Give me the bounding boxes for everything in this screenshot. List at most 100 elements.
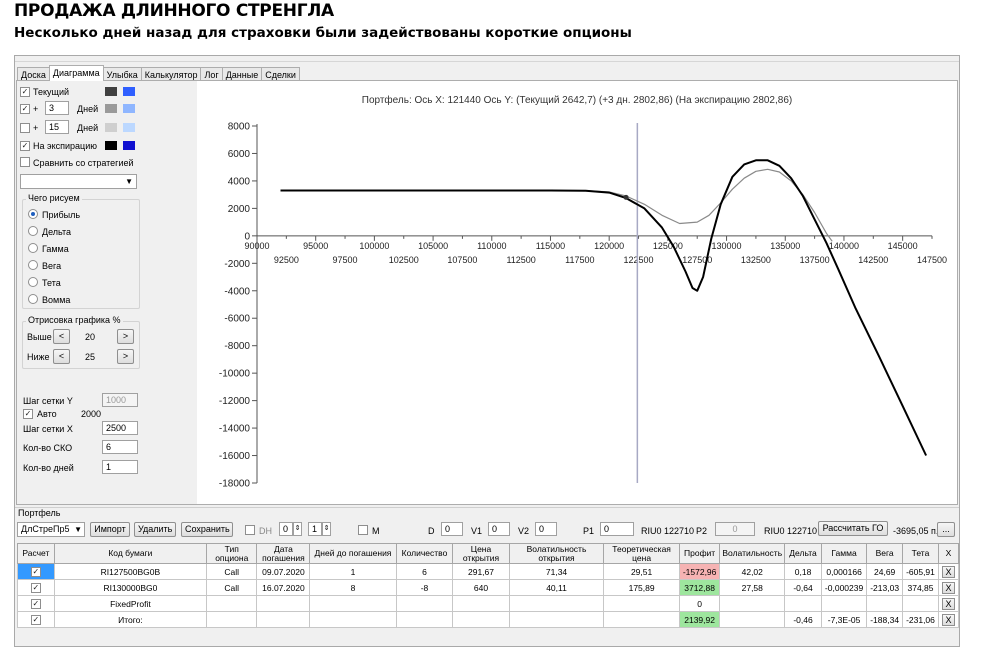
close-icon[interactable]: X [941,581,955,594]
more-button[interactable]: ... [937,522,955,537]
table-row[interactable]: ✓ RI130000BG0 Call 16.07.2020 8 -8 640 40,11 175… [17,579,959,596]
current-color-1[interactable] [105,87,117,96]
row-calc-checkbox[interactable]: ✓ [17,563,55,580]
days-count-input[interactable]: 1 [102,460,138,474]
plus15-color-1[interactable] [105,123,117,132]
col-header[interactable]: Вега [866,543,904,564]
tab-calculator[interactable]: Калькулятор [140,67,202,81]
row-delete-button[interactable]: X [937,595,959,612]
tab-data[interactable]: Данные [221,67,263,81]
above-decrease-button[interactable]: < [53,329,70,344]
radio-profit[interactable] [28,209,38,221]
grid-y-input[interactable]: 1000 [102,393,138,407]
below-value: 25 [85,352,96,362]
close-icon[interactable]: X [941,565,955,578]
plus3-color-2[interactable] [123,104,135,113]
radio-delta-label: Дельта [42,227,72,237]
col-header[interactable]: Цена открытия [452,543,510,564]
table-row[interactable]: ✓ Итого: 2139,92 -0,46 -7,3E-05 -188,34 -231,0… [17,611,959,628]
compare-checkbox[interactable] [20,157,30,169]
col-header[interactable]: Код бумаги [53,543,208,564]
col-header[interactable]: Гамма [820,543,868,564]
tab-board[interactable]: Доска [17,67,50,81]
plus3-checkbox[interactable]: ✓ [20,103,30,114]
col-header[interactable]: Профит [678,543,721,564]
days-label: Дней [77,104,99,114]
payoff-chart[interactable]: Портфель: Ось X: 121440 Ось Y: (Текущий … [197,81,957,504]
radio-profit-label: Прибыль [42,210,81,220]
close-icon[interactable]: X [941,597,955,610]
radio-gamma[interactable] [28,243,38,255]
above-increase-button[interactable]: > [117,329,134,344]
row-calc-checkbox[interactable]: ✓ [17,595,55,612]
radio-vomma[interactable] [28,294,38,306]
import-button[interactable]: Импорт [90,522,130,537]
below-increase-button[interactable]: > [117,349,134,364]
tab-deals[interactable]: Сделки [261,67,300,81]
expiry-color-2[interactable] [123,141,135,150]
col-header[interactable]: Дней до погашения [309,543,397,564]
col-header[interactable]: Теоретическая цена [603,543,680,564]
p1-input[interactable]: 0 [600,522,634,536]
spin2-arrows[interactable]: ⇕ [322,522,331,536]
col-header[interactable]: Дельта [784,543,822,564]
m-checkbox[interactable] [358,525,368,537]
v2-input[interactable]: 0 [535,522,557,536]
current-checkbox[interactable]: ✓ [20,86,30,97]
tab-diagram[interactable]: Диаграмма [48,65,104,81]
col-header[interactable]: Волатильность [719,543,786,564]
expiry-checkbox[interactable]: ✓ [20,140,30,151]
checkbox[interactable]: ✓ [30,583,41,593]
close-icon[interactable]: X [941,613,955,626]
v1-input[interactable]: 0 [488,522,510,536]
row-calc-checkbox[interactable]: ✓ [17,611,55,628]
checkbox[interactable]: ✓ [30,567,41,577]
col-header[interactable]: Количество [395,543,454,564]
radio-delta[interactable] [28,226,38,238]
tab-smile[interactable]: Улыбка [102,67,142,81]
sko-input[interactable]: 6 [102,440,138,454]
current-color-2[interactable] [123,87,135,96]
save-button[interactable]: Сохранить [181,522,233,537]
d-input[interactable]: 0 [441,522,463,536]
radio-theta[interactable] [28,277,38,289]
plus15-days-input[interactable]: 15 [45,120,69,134]
table-cell [719,611,786,628]
auto-checkbox[interactable]: ✓ [23,408,33,419]
radio-vega[interactable] [28,260,38,272]
checkbox[interactable]: ✓ [30,615,41,625]
p2-input[interactable]: 0 [715,522,755,536]
row-delete-button[interactable]: X [937,579,959,596]
col-header[interactable]: Волатильность открытия [508,543,605,564]
expiry-color-1[interactable] [105,141,117,150]
x-tick-label: 135000 [770,241,800,251]
col-header[interactable]: Тип опциона [206,543,258,564]
below-decrease-button[interactable]: < [53,349,70,364]
checkbox[interactable]: ✓ [30,599,41,609]
plus15-checkbox[interactable] [20,123,30,135]
plus3-days-input[interactable]: 3 [45,101,69,115]
row-delete-button[interactable]: X [937,611,959,628]
grid-x-input[interactable]: 2500 [102,421,138,435]
table-cell: -1572,96 [678,563,721,580]
row-calc-checkbox[interactable]: ✓ [17,579,55,596]
col-header[interactable]: X [937,543,959,564]
calculate-go-button[interactable]: Рассчитать ГО [818,521,888,536]
col-header[interactable]: Тета [902,543,939,564]
portfolio-select[interactable]: ДлСтреПр5 ▼ [17,522,85,537]
spin1-input[interactable]: 0 [279,522,293,536]
delete-button[interactable]: Удалить [134,522,176,537]
col-header[interactable]: Расчет [17,543,55,564]
tab-log[interactable]: Лог [200,67,223,81]
dh-checkbox[interactable] [245,525,255,537]
strategy-select[interactable]: ▼ [20,174,137,189]
plus3-color-1[interactable] [105,104,117,113]
col-header[interactable]: Дата погашения [256,543,311,564]
table-row[interactable]: ✓ FixedProfit 0 X [17,595,959,612]
spin1-arrows[interactable]: ⇕ [293,522,302,536]
plus15-color-2[interactable] [123,123,135,132]
x-tick-label: 110000 [477,241,506,251]
table-row[interactable]: ✓ RI127500BG0B Call 09.07.2020 1 6 291,67 71,34… [17,563,959,580]
row-delete-button[interactable]: X [937,563,959,580]
spin2-input[interactable]: 1 [308,522,322,536]
